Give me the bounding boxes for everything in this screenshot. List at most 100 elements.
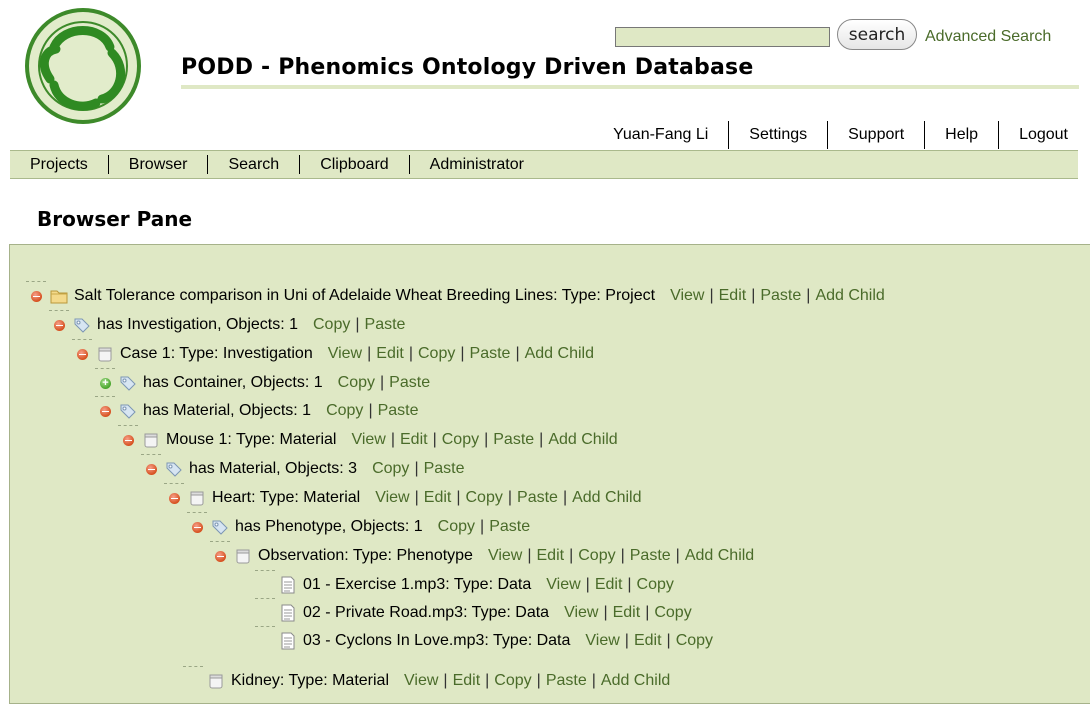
tree-item-label[interactable]: has Container, Objects: 1 (143, 374, 323, 392)
view-link[interactable]: View (488, 547, 522, 564)
row-actions: Copy | Paste (438, 518, 530, 536)
copy-link[interactable]: Copy (338, 374, 375, 391)
edit-link[interactable]: Edit (424, 489, 452, 506)
copy-link[interactable]: Copy (372, 460, 409, 477)
edit-link[interactable]: Edit (453, 672, 481, 689)
tag-icon (74, 318, 90, 333)
paste-link[interactable]: Paste (489, 518, 530, 535)
collapse-toggle-icon[interactable] (77, 348, 88, 360)
user-name-link[interactable]: Yuan-Fang Li (593, 121, 728, 149)
collapse-toggle-icon[interactable] (146, 463, 157, 475)
paste-link[interactable]: Paste (424, 460, 465, 477)
add-child-link[interactable]: Add Child (685, 547, 754, 564)
row-actions: Copy | Paste (372, 460, 464, 478)
edit-link[interactable]: Edit (613, 604, 641, 621)
nav-clipboard[interactable]: Clipboard (299, 155, 408, 174)
settings-link[interactable]: Settings (728, 121, 827, 149)
search-input[interactable] (615, 27, 830, 47)
tree-item-label[interactable]: 01 - Exercise 1.mp3: Type: Data (303, 576, 531, 594)
action-separator: | (591, 672, 596, 689)
row-actions: View | Edit | Copy | Paste | Add Child (351, 431, 617, 449)
support-link[interactable]: Support (827, 121, 924, 149)
view-link[interactable]: View (351, 431, 385, 448)
nav-projects[interactable]: Projects (10, 155, 108, 174)
nav-browser[interactable]: Browser (107, 155, 208, 174)
collapse-toggle-icon[interactable] (192, 521, 203, 533)
paste-link[interactable]: Paste (365, 316, 406, 333)
collapse-toggle-icon[interactable] (54, 319, 65, 331)
paste-link[interactable]: Paste (630, 547, 671, 564)
search-button[interactable]: search (837, 19, 917, 50)
tree-item-label[interactable]: Kidney: Type: Material (231, 672, 389, 690)
help-link[interactable]: Help (924, 121, 998, 149)
copy-link[interactable]: Copy (494, 672, 531, 689)
copy-link[interactable]: Copy (654, 604, 691, 621)
logout-link[interactable]: Logout (998, 121, 1078, 149)
collapse-toggle-icon[interactable] (215, 550, 226, 562)
tree-item-label[interactable]: 03 - Cyclons In Love.mp3: Type: Data (303, 632, 570, 650)
collapse-toggle-icon[interactable] (100, 405, 111, 417)
view-link[interactable]: View (670, 287, 704, 304)
edit-link[interactable]: Edit (376, 345, 404, 362)
action-separator: | (460, 345, 465, 362)
action-separator: | (585, 576, 590, 593)
view-link[interactable]: View (404, 672, 438, 689)
copy-link[interactable]: Copy (442, 431, 479, 448)
nav-search[interactable]: Search (207, 155, 299, 174)
view-link[interactable]: View (585, 632, 619, 649)
action-separator: | (414, 460, 419, 477)
action-separator: | (456, 489, 461, 506)
add-child-link[interactable]: Add Child (572, 489, 641, 506)
tree-item-label[interactable]: Observation: Type: Phenotype (258, 547, 473, 565)
action-separator: | (484, 431, 489, 448)
paste-link[interactable]: Paste (470, 345, 511, 362)
tree-item-label[interactable]: Case 1: Type: Investigation (120, 345, 313, 363)
tree-item-label[interactable]: has Investigation, Objects: 1 (97, 316, 298, 334)
copy-link[interactable]: Copy (418, 345, 455, 362)
paste-link[interactable]: Paste (378, 402, 419, 419)
copy-link[interactable]: Copy (438, 518, 475, 535)
tree-item-label[interactable]: Heart: Type: Material (212, 489, 360, 507)
tree-row: Case 1: Type: Investigation View | Edit | Cop… (72, 339, 594, 365)
advanced-search-link[interactable]: Advanced Search (925, 28, 1051, 46)
paste-link[interactable]: Paste (389, 374, 430, 391)
add-child-link[interactable]: Add Child (601, 672, 670, 689)
tree-row: has Container, Objects: 1 Copy |Paste (94, 368, 430, 394)
paste-link[interactable]: Paste (760, 287, 801, 304)
copy-link[interactable]: Copy (676, 632, 713, 649)
tree-item-label[interactable]: Mouse 1: Type: Material (166, 431, 336, 449)
action-separator: | (432, 431, 437, 448)
edit-link[interactable]: Edit (719, 287, 747, 304)
view-link[interactable]: View (375, 489, 409, 506)
edit-link[interactable]: Edit (634, 632, 662, 649)
tree-item-label[interactable]: has Phenotype, Objects: 1 (235, 518, 423, 536)
collapse-toggle-icon[interactable] (123, 434, 134, 446)
tree-item-label[interactable]: 02 - Private Road.mp3: Type: Data (303, 604, 549, 622)
action-separator: | (485, 672, 490, 689)
paste-link[interactable]: Paste (517, 489, 558, 506)
copy-link[interactable]: Copy (326, 402, 363, 419)
view-link[interactable]: View (328, 345, 362, 362)
tree-item-label[interactable]: has Material, Objects: 1 (143, 402, 311, 420)
view-link[interactable]: View (564, 604, 598, 621)
view-link[interactable]: View (546, 576, 580, 593)
container-icon (144, 433, 158, 448)
edit-link[interactable]: Edit (400, 431, 428, 448)
edit-link[interactable]: Edit (595, 576, 623, 593)
tree-item-label[interactable]: Salt Tolerance comparison in Uni of Adel… (74, 287, 655, 305)
collapse-toggle-icon[interactable] (31, 290, 42, 302)
add-child-link[interactable]: Add Child (548, 431, 617, 448)
copy-link[interactable]: Copy (313, 316, 350, 333)
add-child-link[interactable]: Add Child (815, 287, 884, 304)
expand-toggle-icon[interactable] (100, 374, 111, 392)
collapse-toggle-icon[interactable] (169, 492, 180, 504)
paste-link[interactable]: Paste (546, 672, 587, 689)
copy-link[interactable]: Copy (637, 576, 674, 593)
nav-administrator[interactable]: Administrator (408, 155, 544, 174)
edit-link[interactable]: Edit (537, 547, 565, 564)
copy-link[interactable]: Copy (578, 547, 615, 564)
paste-link[interactable]: Paste (493, 431, 534, 448)
add-child-link[interactable]: Add Child (525, 345, 594, 362)
copy-link[interactable]: Copy (466, 489, 503, 506)
tree-item-label[interactable]: has Material, Objects: 3 (189, 460, 357, 478)
